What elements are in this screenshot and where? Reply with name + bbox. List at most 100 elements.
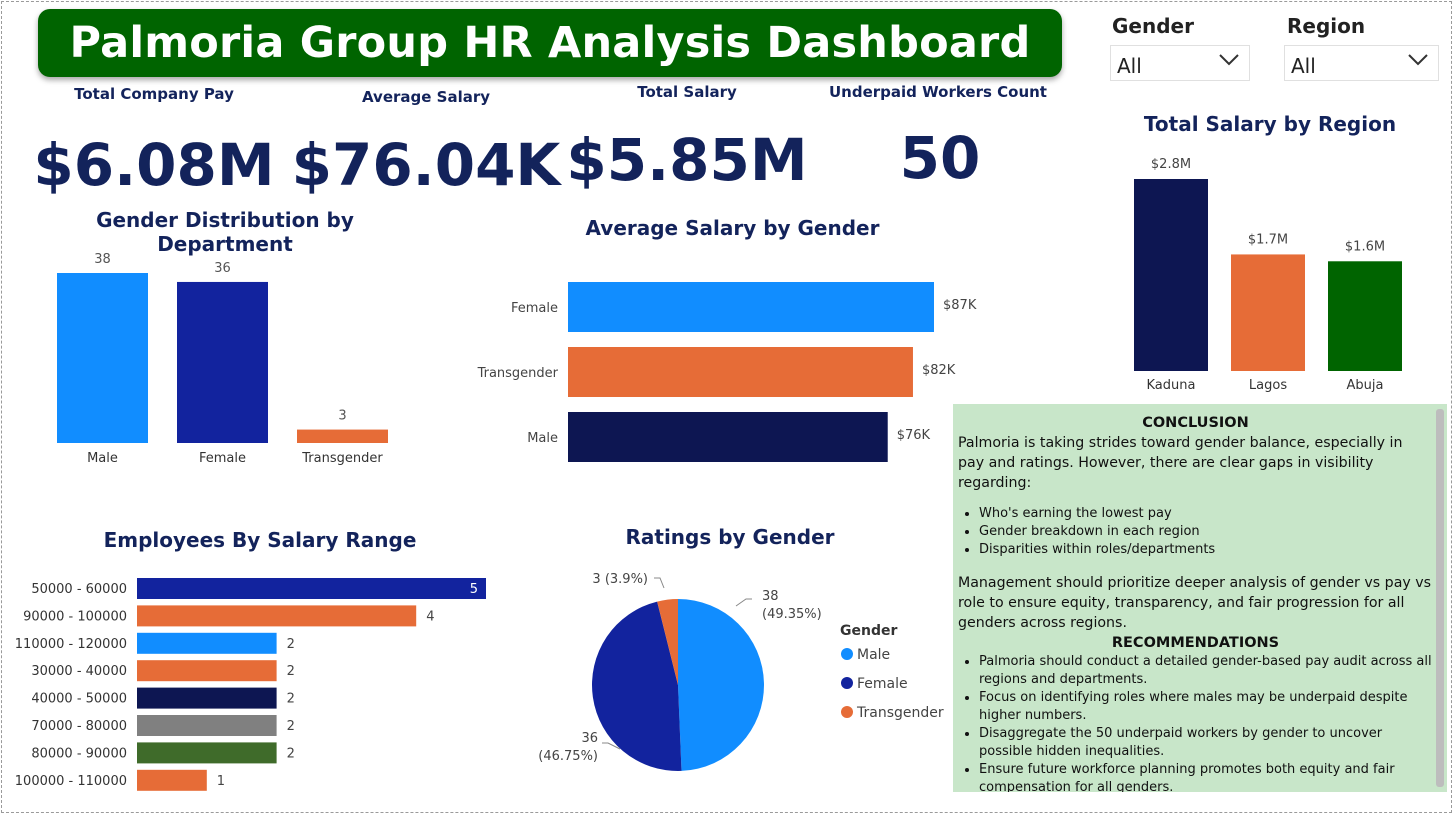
data-label: $1.6M — [1345, 239, 1385, 254]
chevron-down-icon — [1408, 54, 1428, 66]
ratings-by-gender-chart-title: Ratings by Gender — [625, 525, 835, 549]
bar-male — [568, 412, 888, 462]
kpi-total-company-pay-label: Total Company Pay — [74, 85, 234, 103]
bar-male — [57, 273, 148, 443]
bar-transgender — [568, 347, 913, 397]
category-label: 100000 - 110000 — [15, 774, 127, 789]
gender-filter-label: Gender — [1112, 14, 1194, 38]
list-item: Disparities within roles/departments — [979, 541, 1433, 559]
bar-salary-range — [137, 578, 486, 599]
leader-line — [654, 577, 665, 589]
list-item: Disaggregate the 50 underpaid workers by… — [979, 725, 1433, 761]
data-label: 3 (3.9%) — [592, 572, 648, 587]
data-label: 2 — [287, 637, 295, 652]
legend-marker — [841, 648, 853, 660]
data-label: $76K — [897, 428, 931, 443]
bar-salary-range — [137, 715, 277, 736]
data-label: 3 — [338, 409, 346, 424]
bar-salary-range — [137, 742, 277, 764]
average-salary-by-gender-chart-title: Average Salary by Gender — [585, 216, 880, 240]
bar-salary-range — [137, 605, 417, 627]
region-filter-value: All — [1291, 54, 1316, 78]
conclusion-heading: CONCLUSION — [1142, 415, 1249, 431]
conclusion-points: Who's earning the lowest pay Gender brea… — [958, 505, 1433, 559]
gender-filter-value: All — [1117, 54, 1142, 78]
conclusion-panel: CONCLUSION Palmoria is taking strides to… — [953, 404, 1447, 792]
category-label: Male — [527, 431, 558, 446]
data-label: 1 — [217, 774, 225, 789]
category-label: Female — [199, 451, 246, 466]
bar-salary-range — [137, 769, 207, 791]
total-salary-by-region-chart-title: Total Salary by Region — [1143, 112, 1397, 136]
data-label: 36 — [581, 731, 598, 746]
gender-filter-dropdown[interactable]: All — [1110, 45, 1250, 81]
recommendations-heading: RECOMMENDATIONS — [1111, 635, 1280, 651]
conclusion-intro: Palmoria is taking strides toward gender… — [958, 435, 1403, 491]
data-label: 4 — [426, 609, 434, 624]
category-label: Transgender — [301, 451, 383, 466]
bar-salary-range — [137, 687, 277, 709]
conclusion-closing: Management should prioritize deeper anal… — [958, 575, 1432, 631]
data-label: 38 — [94, 252, 111, 267]
data-label: 2 — [287, 692, 295, 707]
data-label: (49.35%) — [762, 607, 822, 622]
bar-salary-range — [137, 660, 277, 682]
bar-female — [568, 282, 934, 332]
category-label: 40000 - 50000 — [31, 692, 127, 707]
pie-slice-male — [678, 599, 765, 771]
conclusion-scrollbar[interactable] — [1436, 409, 1444, 787]
list-item: Palmoria should conduct a detailed gende… — [979, 653, 1433, 689]
ratings-by-gender-chart: 38 (49.35%) 36 (46.75%) 3 (3.9%) Gender Male Fe… — [538, 572, 944, 771]
kpi-average-salary-value: $76.04K — [291, 131, 561, 199]
bar-lagos — [1231, 254, 1305, 371]
total-salary-by-region-chart: $2.8M Kaduna $1.7M Lagos $1.6M Abuja — [1134, 157, 1402, 393]
kpi-total-company-pay-value: $6.08M — [33, 131, 275, 199]
kpi-underpaid-workers-label: Underpaid Workers Count — [829, 83, 1047, 101]
average-salary-by-gender-chart: Female $87K Transgender $82K Male $76K — [477, 282, 977, 462]
list-item: Ensure future workforce planning promote… — [979, 761, 1433, 792]
bar-salary-range — [137, 632, 277, 654]
data-label: (46.75%) — [538, 749, 598, 764]
employees-by-salary-range-chart: 50000 - 60000 5 90000 - 100000 4 110000 - 12… — [15, 578, 486, 791]
data-label: $82K — [922, 363, 956, 378]
employees-by-salary-range-chart-title: Employees By Salary Range — [103, 528, 417, 552]
bar-abuja — [1328, 261, 1402, 371]
kpi-average-salary-label: Average Salary — [361, 88, 491, 106]
bar-female — [177, 281, 268, 443]
category-label: Transgender — [477, 366, 559, 381]
category-label: 90000 - 100000 — [23, 609, 127, 624]
legend-title: Gender — [840, 623, 897, 639]
kpi-total-salary-value: $5.85M — [566, 126, 808, 194]
category-label: 110000 - 120000 — [15, 637, 127, 652]
legend-label: Transgender — [856, 705, 944, 721]
list-item: Focus on identifying roles where males m… — [979, 689, 1433, 725]
legend-label: Female — [857, 676, 908, 692]
bar-kaduna — [1134, 179, 1208, 371]
region-filter-dropdown[interactable]: All — [1284, 45, 1439, 81]
bar-transgender — [297, 429, 388, 443]
data-label: $2.8M — [1151, 157, 1191, 172]
leader-line — [735, 598, 752, 607]
data-label: 36 — [214, 261, 231, 276]
category-label: Male — [87, 451, 118, 466]
category-label: 50000 - 60000 — [31, 582, 127, 597]
category-label: 80000 - 90000 — [31, 746, 127, 761]
data-label: 38 — [762, 589, 779, 604]
category-label: 70000 - 80000 — [31, 719, 127, 734]
category-label: 30000 - 40000 — [31, 664, 127, 679]
list-item: Who's earning the lowest pay — [979, 505, 1433, 523]
legend-marker — [841, 677, 853, 689]
gender-distribution-chart: 38 Male 36 Female 3 Transgender — [57, 252, 388, 466]
legend-label: Male — [857, 647, 890, 663]
chevron-down-icon — [1219, 54, 1239, 66]
recommendations-list: Palmoria should conduct a detailed gende… — [958, 653, 1433, 792]
region-filter-label: Region — [1287, 14, 1366, 38]
data-label: 5 — [470, 582, 478, 597]
category-label: Kaduna — [1147, 378, 1196, 393]
data-label: 2 — [287, 664, 295, 679]
legend-marker — [841, 706, 853, 718]
data-label: $1.7M — [1248, 232, 1288, 247]
kpi-total-salary-label: Total Salary — [637, 83, 737, 101]
data-label: $87K — [943, 298, 977, 313]
kpi-underpaid-workers-value: 50 — [899, 124, 981, 192]
